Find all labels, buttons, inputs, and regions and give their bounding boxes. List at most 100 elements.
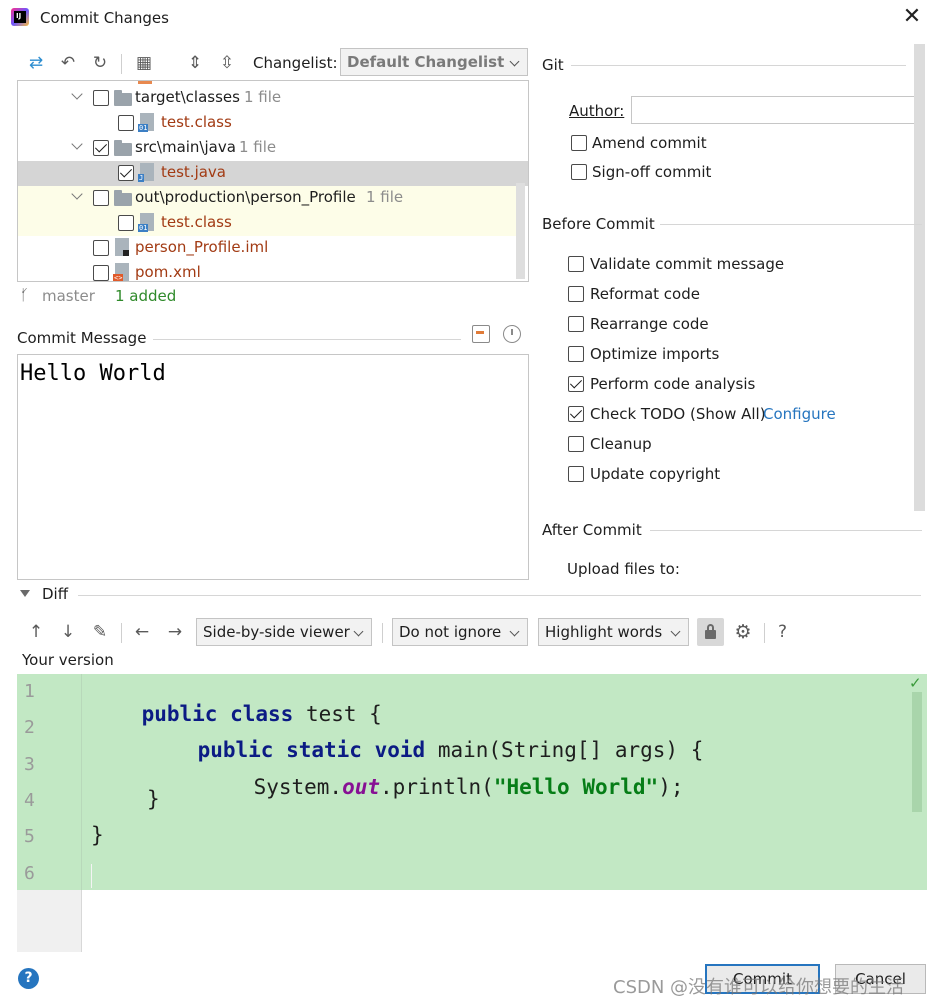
rollback-icon[interactable]: ↶ [57, 52, 79, 74]
back-arrow-icon[interactable]: ← [131, 621, 153, 643]
group-by-icon[interactable]: ▦ [133, 52, 155, 74]
tree-checkbox[interactable] [118, 215, 134, 231]
text-caret [91, 864, 92, 888]
sign-off-commit-label[interactable]: Sign-off commit [592, 163, 711, 181]
copy-message-icon[interactable] [472, 325, 490, 343]
diff-editor[interactable]: ✓ 1 2 3 4 5 6 public class test { public… [17, 674, 927, 952]
toolbar-divider [764, 623, 765, 643]
diff-scrollbar[interactable] [912, 692, 922, 812]
line-number: 5 [24, 826, 35, 847]
rearrange-code-checkbox[interactable] [568, 316, 584, 332]
tree-checkbox[interactable] [118, 165, 134, 181]
perform-code-analysis-label[interactable]: Perform code analysis [590, 375, 755, 393]
folder-icon [114, 190, 132, 206]
commit-message-label: Commit Message [17, 329, 147, 347]
optimize-imports-checkbox[interactable] [568, 346, 584, 362]
sign-off-commit-checkbox[interactable] [571, 164, 587, 180]
amend-commit-label[interactable]: Amend commit [592, 134, 707, 152]
expand-all-icon[interactable]: ⇕ [184, 52, 206, 74]
previous-difference-icon[interactable]: ↑ [25, 621, 47, 643]
rearrange-code-label[interactable]: Rearrange code [590, 315, 709, 333]
tree-checkbox[interactable] [93, 190, 109, 206]
chevron-down-icon[interactable] [71, 88, 83, 100]
amend-commit-checkbox[interactable] [571, 135, 587, 151]
optimize-imports-label[interactable]: Optimize imports [590, 345, 719, 363]
changelist-select[interactable]: Default Changelist [340, 48, 528, 76]
settings-gear-icon[interactable]: ⚙ [732, 621, 754, 643]
diff-collapse-icon[interactable] [20, 590, 30, 597]
author-input[interactable] [631, 96, 923, 124]
cleanup-checkbox[interactable] [568, 436, 584, 452]
folder-icon [114, 90, 132, 106]
options-scrollbar[interactable] [914, 44, 925, 511]
iml-file-tag [123, 250, 129, 256]
edit-source-icon[interactable]: ✎ [89, 621, 111, 643]
ignore-value: Do not ignore [399, 623, 502, 641]
commit-message-input[interactable]: Hello World [17, 354, 529, 580]
code-field: out [342, 775, 381, 799]
xml-file-tag: <> [113, 274, 124, 282]
check-todo-label[interactable]: Check TODO (Show All) [590, 405, 766, 423]
history-icon[interactable] [503, 325, 521, 343]
highlight-value: Highlight words [545, 623, 663, 641]
tree-file-count: 1 file [239, 138, 277, 156]
validate-commit-message-checkbox[interactable] [568, 256, 584, 272]
file-tree[interactable]: target\classes 1 file 01 test.class src\… [17, 80, 529, 282]
code-string: "Hello World" [493, 775, 659, 799]
help-icon[interactable]: ? [18, 968, 39, 989]
java-file-icon: J [138, 163, 154, 182]
close-icon[interactable]: ✕ [898, 6, 926, 30]
changelist-value: Default Changelist [347, 53, 505, 71]
move-changes-icon[interactable]: ⇄ [25, 52, 47, 74]
tree-checkbox[interactable] [93, 265, 109, 281]
no-problems-check-icon: ✓ [909, 674, 922, 692]
update-copyright-checkbox[interactable] [568, 466, 584, 482]
tree-folder-name: out\production\person_Profile [135, 188, 356, 206]
ignore-select[interactable]: Do not ignore [392, 618, 528, 646]
diff-gutter [17, 890, 82, 952]
refresh-icon[interactable]: ↻ [89, 52, 111, 74]
code-text: System. [253, 775, 343, 799]
tree-scrollbar[interactable] [516, 183, 525, 279]
tree-checkbox[interactable] [93, 140, 109, 156]
collapse-all-icon[interactable]: ⇳ [216, 52, 238, 74]
git-section-title: Git [542, 56, 564, 74]
app-logo-icon: IJ [11, 8, 29, 26]
toolbar-divider [121, 54, 122, 74]
diff-help-icon[interactable]: ? [778, 622, 787, 642]
tree-folder-name: target\classes [135, 88, 240, 106]
reformat-code-label[interactable]: Reformat code [590, 285, 700, 303]
tree-checkbox[interactable] [118, 115, 134, 131]
validate-commit-message-label[interactable]: Validate commit message [590, 255, 784, 273]
code-text: } [147, 787, 160, 811]
commit-message-separator [153, 339, 461, 340]
toolbar-divider [382, 623, 383, 643]
tree-file-name: test.java [161, 163, 227, 181]
git-separator [571, 65, 906, 66]
forward-arrow-icon[interactable]: → [164, 621, 186, 643]
highlight-select[interactable]: Highlight words [538, 618, 689, 646]
reformat-code-checkbox[interactable] [568, 286, 584, 302]
iml-file-icon [115, 238, 129, 256]
next-difference-icon[interactable]: ↓ [57, 621, 79, 643]
configure-todo-link[interactable]: Configure [763, 405, 836, 423]
class-file-icon: 01 [138, 113, 154, 132]
chevron-down-icon[interactable] [71, 138, 83, 150]
tree-checkbox[interactable] [93, 90, 109, 106]
tree-file-count: 1 file [244, 88, 282, 106]
line-number: 4 [24, 790, 35, 811]
check-todo-checkbox[interactable] [568, 406, 584, 422]
perform-code-analysis-checkbox[interactable] [568, 376, 584, 392]
lock-icon[interactable] [697, 618, 724, 646]
cleanup-label[interactable]: Cleanup [590, 435, 652, 453]
changes-summary: 1 added [115, 287, 177, 305]
tree-file-count: 1 file [366, 188, 404, 206]
branch-name[interactable]: master [42, 287, 95, 305]
window-title: Commit Changes [40, 9, 169, 27]
viewer-select[interactable]: Side-by-side viewer [196, 618, 372, 646]
chevron-down-icon [353, 626, 364, 637]
tree-checkbox[interactable] [93, 240, 109, 256]
update-copyright-label[interactable]: Update copyright [590, 465, 720, 483]
diff-label[interactable]: Diff [42, 585, 68, 603]
xml-file-icon: <> [113, 263, 129, 282]
